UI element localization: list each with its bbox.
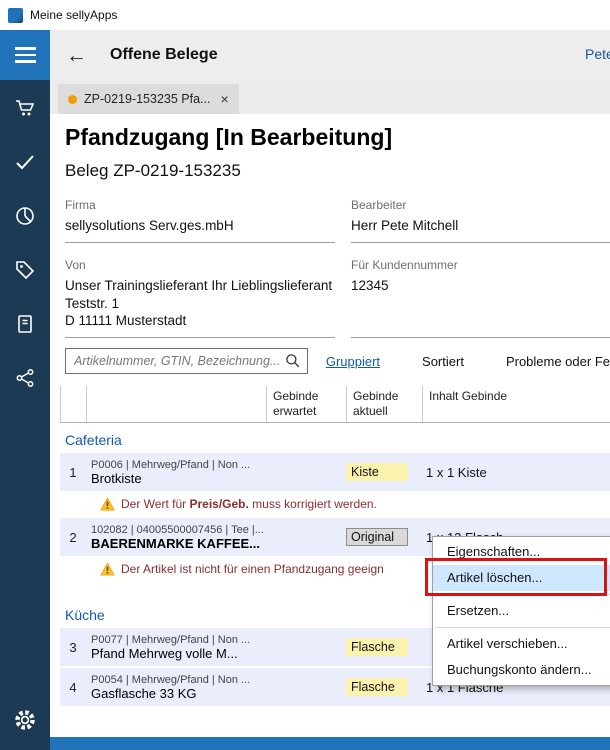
field-bearbeiter-label: Bearbeiter (351, 198, 610, 212)
settings-gear-icon[interactable] (11, 706, 39, 734)
gebinde-aktuell-chip[interactable]: Flasche (346, 678, 408, 696)
field-kundennummer-value: 12345 (351, 277, 610, 295)
app-icon (8, 8, 23, 23)
row-number: 1 (60, 465, 86, 480)
document-tab[interactable]: ZP-0219-153235 Pfa... × (58, 84, 239, 114)
field-firma-value: sellysolutions Serv.ges.mbH (65, 217, 335, 235)
app-window: Meine sellyApps (0, 0, 610, 750)
menu-item-buchungskonto-aendern[interactable]: Buchungskonto ändern... (433, 657, 610, 683)
field-von: Von Unser Trainingslieferant Ihr Lieblin… (65, 258, 335, 338)
link-sortiert[interactable]: Sortiert (422, 354, 464, 369)
article-meta: P0077 | Mehrweg/Pfand | Non ... (91, 634, 266, 646)
menu-item-artikel-verschieben[interactable]: Artikel verschieben... (433, 631, 610, 657)
group-header-cafeteria: Cafeteria (60, 423, 610, 453)
warning-text: Der Artikel ist nicht für einen Pfandzug… (121, 562, 384, 576)
user-name[interactable]: Pete (585, 46, 610, 62)
back-arrow-icon[interactable]: ← (66, 45, 87, 66)
warning-icon (100, 497, 115, 511)
app-title: Meine sellyApps (30, 8, 117, 22)
context-menu: Eigenschaften... Artikel löschen... Erse… (432, 536, 610, 686)
search-icon[interactable] (284, 352, 302, 375)
article-meta: 102082 | 04005500007456 | Tee |... (91, 524, 266, 536)
article-meta: P0054 | Mehrweg/Pfand | Non ... (91, 674, 266, 686)
header-empty-2 (86, 386, 266, 422)
menu-separator (435, 627, 610, 628)
article-name: Brotkiste (91, 471, 266, 486)
field-bearbeiter-value: Herr Pete Mitchell (351, 217, 610, 235)
share-icon[interactable] (11, 364, 39, 392)
row-number: 2 (60, 530, 86, 545)
field-firma-label: Firma (65, 198, 335, 212)
document-title: Pfandzugang [In Bearbeitung] (65, 124, 392, 151)
header-empty-1 (60, 386, 86, 422)
sidebar (0, 30, 50, 750)
check-icon[interactable] (11, 148, 39, 176)
gebinde-aktuell-chip[interactable]: Flasche (346, 638, 408, 656)
gebinde-aktuell-chip[interactable]: Original (346, 528, 408, 546)
header-inhalt-gebinde: Inhalt Gebinde (422, 386, 610, 422)
warning-text: Der Wert für Preis/Geb. muss korrigiert … (121, 497, 377, 511)
field-kundennummer-label: Für Kundennummer (351, 258, 610, 272)
tab-close-icon[interactable]: × (220, 91, 228, 107)
search-box (65, 348, 308, 374)
article-name: Gasflasche 33 KG (91, 686, 266, 701)
menu-item-eigenschaften[interactable]: Eigenschaften... (433, 539, 610, 565)
field-von-label: Von (65, 258, 335, 272)
article-name: BAERENMARKE KAFFEE... (91, 536, 266, 551)
titlebar: Meine sellyApps (0, 0, 610, 30)
menu-item-artikel-loeschen[interactable]: Artikel löschen... (433, 565, 610, 591)
field-grid: Firma sellysolutions Serv.ges.mbH Bearbe… (65, 198, 610, 338)
warning-row: Der Wert für Preis/Geb. muss korrigiert … (60, 493, 610, 518)
hamburger-menu-icon[interactable] (0, 30, 50, 80)
page-title: Offene Belege (110, 46, 218, 64)
field-von-line2: Teststr. 1 (65, 295, 335, 313)
page-header: ← Offene Belege Pete (50, 30, 610, 80)
tab-label: ZP-0219-153235 Pfa... (84, 92, 210, 106)
menu-item-ersetzen[interactable]: Ersetzen... (433, 598, 610, 624)
warning-icon (100, 562, 115, 576)
article-meta: P0006 | Mehrweg/Pfand | Non ... (91, 459, 266, 471)
header-gebinde-erwartet: Gebinde erwartet (266, 386, 346, 422)
cell-inhalt-gebinde: 1 x 1 Kiste (422, 465, 610, 480)
bottom-status-strip (50, 737, 610, 750)
menu-separator (435, 594, 610, 595)
cart-icon[interactable] (11, 94, 39, 122)
link-probleme[interactable]: Probleme oder Fe (506, 354, 610, 369)
pie-chart-icon[interactable] (11, 202, 39, 230)
header-gebinde-aktuell: Gebinde aktuell (346, 386, 422, 422)
table-header-row: Gebinde erwartet Gebinde aktuell Inhalt … (60, 386, 610, 423)
tag-icon[interactable] (11, 256, 39, 284)
row-number: 4 (60, 680, 86, 695)
field-bearbeiter: Bearbeiter Herr Pete Mitchell (351, 198, 610, 243)
tab-bar: ZP-0219-153235 Pfa... × (50, 80, 610, 114)
list-toolbar: Gruppiert Sortiert Probleme oder Fe (65, 348, 610, 374)
field-firma: Firma sellysolutions Serv.ges.mbH (65, 198, 335, 243)
field-von-line3: D 11111 Musterstadt (65, 312, 335, 330)
search-input[interactable] (65, 348, 308, 374)
gebinde-aktuell-chip[interactable]: Kiste (346, 463, 408, 481)
table-row[interactable]: 1 P0006 | Mehrweg/Pfand | Non ... Brotki… (60, 453, 610, 493)
row-number: 3 (60, 640, 86, 655)
field-kundennummer: Für Kundennummer 12345 (351, 258, 610, 338)
article-name: Pfand Mehrweg volle M... (91, 646, 266, 661)
journal-icon[interactable] (11, 310, 39, 338)
link-gruppiert[interactable]: Gruppiert (326, 354, 380, 369)
document-subtitle: Beleg ZP-0219-153235 (65, 161, 241, 181)
tab-status-dot-icon (68, 95, 77, 104)
field-von-line1: Unser Trainingslieferant Ihr Lieblingsli… (65, 277, 335, 295)
